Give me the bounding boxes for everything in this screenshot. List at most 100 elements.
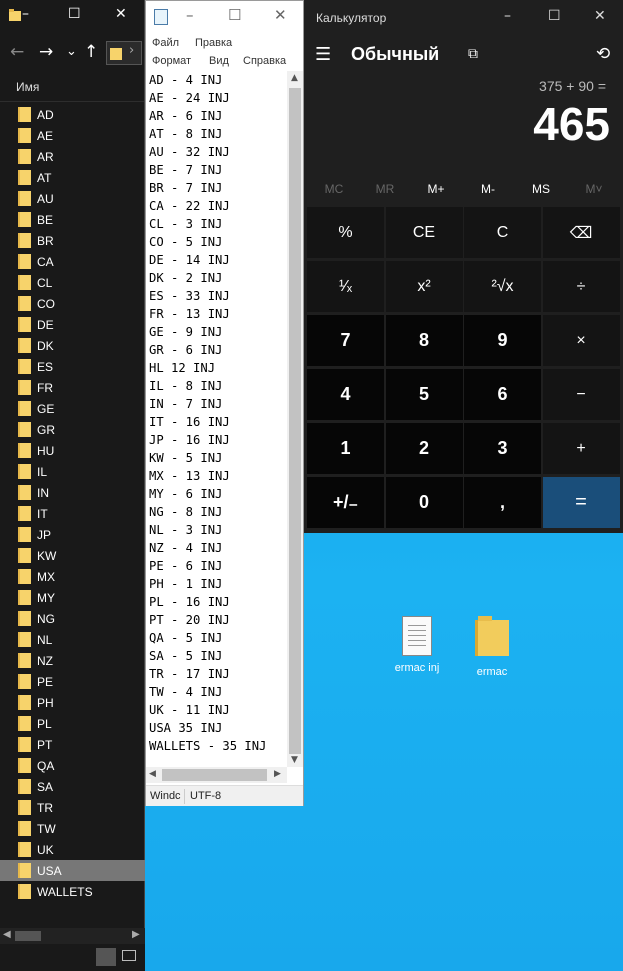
memory-button-2[interactable]: M+ (411, 182, 461, 196)
folder-item-mx[interactable]: MX (0, 566, 145, 587)
folder-item-fr[interactable]: FR (0, 377, 145, 398)
clear-button[interactable]: C (464, 207, 541, 258)
scroll-left-icon[interactable]: ◀ (3, 929, 11, 940)
folder-item-nz[interactable]: NZ (0, 650, 145, 671)
scrollbar-thumb[interactable] (15, 931, 41, 941)
maximize-button[interactable]: ☐ (548, 8, 561, 24)
folder-item-ae[interactable]: AE (0, 125, 145, 146)
details-view-icon[interactable] (96, 948, 116, 966)
scroll-left-icon[interactable]: ◀ (149, 769, 156, 779)
back-arrow-icon[interactable]: ← (10, 42, 24, 62)
recent-dropdown-icon[interactable]: ⌄ (66, 44, 77, 59)
folder-item-wallets[interactable]: WALLETS (0, 881, 145, 902)
folder-item-at[interactable]: AT (0, 167, 145, 188)
history-icon[interactable]: ⟲ (596, 44, 610, 64)
folder-item-tw[interactable]: TW (0, 818, 145, 839)
digit-3-button[interactable]: 3 (464, 423, 541, 474)
folder-item-nl[interactable]: NL (0, 629, 145, 650)
digit-7-button[interactable]: 7 (307, 315, 384, 366)
negate-button[interactable]: +/₋ (307, 477, 384, 528)
folder-item-tr[interactable]: TR (0, 797, 145, 818)
equals-button[interactable]: = (542, 477, 620, 528)
menu-edit[interactable]: Правка (195, 37, 232, 49)
address-bar[interactable]: › (106, 41, 142, 65)
backspace-button[interactable]: ⌫ (542, 207, 620, 258)
digit-5-button[interactable]: 5 (385, 369, 463, 420)
multiply-button[interactable]: × (542, 315, 620, 366)
folder-item-ca[interactable]: CA (0, 251, 145, 272)
folder-item-be[interactable]: BE (0, 209, 145, 230)
folder-item-ad[interactable]: AD (0, 104, 145, 125)
folder-item-br[interactable]: BR (0, 230, 145, 251)
folder-item-qa[interactable]: QA (0, 755, 145, 776)
hamburger-menu-icon[interactable]: ☰ (315, 44, 331, 65)
reciprocal-button[interactable]: ¹⁄ₓ (307, 261, 384, 312)
folder-item-sa[interactable]: SA (0, 776, 145, 797)
close-button[interactable]: ✕ (274, 6, 287, 24)
keep-on-top-icon[interactable]: ⧉ (468, 46, 478, 62)
folder-item-cl[interactable]: CL (0, 272, 145, 293)
minimize-button[interactable]: – (504, 8, 511, 24)
clear-entry-button[interactable]: CE (385, 207, 463, 258)
maximize-button[interactable]: ☐ (68, 6, 81, 22)
digit-8-button[interactable]: 8 (385, 315, 463, 366)
folder-item-gr[interactable]: GR (0, 419, 145, 440)
memory-button-0[interactable]: MC (309, 182, 359, 196)
memory-button-1[interactable]: MR (360, 182, 410, 196)
scrollbar-thumb[interactable] (289, 88, 301, 754)
horizontal-scrollbar[interactable]: ◀ ▶ (146, 767, 287, 783)
menu-format[interactable]: Формат (152, 55, 191, 67)
square-button[interactable]: x² (385, 261, 463, 312)
minimize-button[interactable]: – (186, 6, 194, 24)
add-button[interactable]: + (542, 423, 620, 474)
folder-item-de[interactable]: DE (0, 314, 145, 335)
square-root-button[interactable]: ²√x (464, 261, 541, 312)
digit-1-button[interactable]: 1 (307, 423, 384, 474)
scrollbar-thumb[interactable] (162, 769, 267, 781)
desktop-icon-ermac-inj[interactable]: ermac inj (387, 616, 447, 674)
memory-button-3[interactable]: M- (463, 182, 513, 196)
notepad-text-area[interactable]: AD - 4 INJ AE - 24 INJ AR - 6 INJ AT - 8 IN… (146, 71, 287, 767)
folder-item-kw[interactable]: KW (0, 545, 145, 566)
folder-item-uk[interactable]: UK (0, 839, 145, 860)
maximize-button[interactable]: ☐ (228, 6, 241, 24)
minimize-button[interactable]: – (22, 6, 29, 22)
menu-help[interactable]: Справка (243, 55, 286, 67)
memory-button-5[interactable]: M˅ (569, 182, 619, 196)
folder-item-ng[interactable]: NG (0, 608, 145, 629)
folder-item-es[interactable]: ES (0, 356, 145, 377)
folder-item-ge[interactable]: GE (0, 398, 145, 419)
close-button[interactable]: ✕ (115, 6, 127, 22)
folder-item-dk[interactable]: DK (0, 335, 145, 356)
desktop-icon-ermac[interactable]: ermac (462, 616, 522, 678)
folder-item-pe[interactable]: PE (0, 671, 145, 692)
subtract-button[interactable]: − (542, 369, 620, 420)
menu-view[interactable]: Вид (209, 55, 229, 67)
decimal-button[interactable]: , (464, 477, 541, 528)
scroll-up-icon[interactable]: ▲ (291, 73, 298, 83)
folder-item-ph[interactable]: PH (0, 692, 145, 713)
forward-arrow-icon[interactable]: → (39, 42, 53, 62)
large-icons-view-icon[interactable] (122, 950, 136, 961)
folder-item-hu[interactable]: HU (0, 440, 145, 461)
digit-9-button[interactable]: 9 (464, 315, 541, 366)
folder-item-in[interactable]: IN (0, 482, 145, 503)
folder-item-it[interactable]: IT (0, 503, 145, 524)
digit-4-button[interactable]: 4 (307, 369, 384, 420)
scroll-down-icon[interactable]: ▼ (291, 755, 298, 765)
folder-item-usa[interactable]: USA (0, 860, 145, 881)
divide-button[interactable]: ÷ (542, 261, 620, 312)
horizontal-scrollbar[interactable]: ◀ ▶ (0, 928, 145, 944)
up-arrow-icon[interactable]: ↑ (84, 42, 98, 62)
digit-6-button[interactable]: 6 (464, 369, 541, 420)
column-header-name[interactable]: Имя (0, 72, 144, 102)
folder-item-my[interactable]: MY (0, 587, 145, 608)
scroll-right-icon[interactable]: ▶ (274, 769, 281, 779)
folder-item-il[interactable]: IL (0, 461, 145, 482)
vertical-scrollbar[interactable]: ▲ ▼ (287, 71, 303, 767)
folder-item-co[interactable]: CO (0, 293, 145, 314)
scroll-right-icon[interactable]: ▶ (132, 929, 140, 940)
percent-button[interactable]: % (307, 207, 384, 258)
folder-item-ar[interactable]: AR (0, 146, 145, 167)
digit-0-button[interactable]: 0 (385, 477, 463, 528)
